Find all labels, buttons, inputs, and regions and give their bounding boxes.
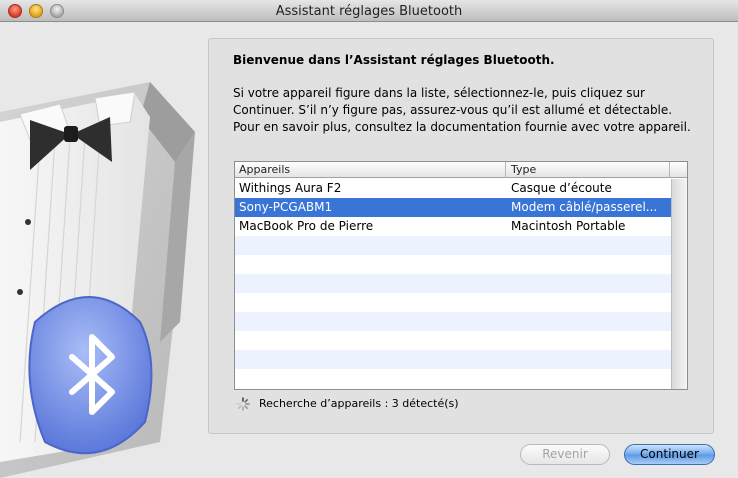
spinner-icon bbox=[236, 397, 250, 411]
devices-table[interactable]: Appareils Type Withings Aura F2 Casque d’… bbox=[234, 161, 688, 390]
title-bar[interactable]: Assistant réglages Bluetooth bbox=[0, 0, 738, 22]
column-divider[interactable] bbox=[505, 162, 506, 178]
vertical-scrollbar[interactable] bbox=[671, 179, 687, 389]
table-row[interactable] bbox=[235, 331, 671, 350]
instructions-text: Si votre appareil figure dans la liste, … bbox=[233, 86, 691, 134]
table-row[interactable] bbox=[235, 255, 671, 274]
table-row[interactable]: Withings Aura F2 Casque d’écoute bbox=[235, 179, 671, 198]
device-type-cell: Casque d’écoute bbox=[511, 181, 612, 195]
back-button[interactable]: Revenir bbox=[520, 444, 610, 465]
device-name-cell: MacBook Pro de Pierre bbox=[239, 219, 374, 233]
device-name-cell: Sony-PCGABM1 bbox=[239, 200, 333, 214]
table-row[interactable]: MacBook Pro de Pierre Macintosh Portable bbox=[235, 217, 671, 236]
table-row[interactable] bbox=[235, 274, 671, 293]
device-name-cell: Withings Aura F2 bbox=[239, 181, 342, 195]
table-header: Appareils Type bbox=[235, 162, 687, 178]
table-row[interactable]: Sony-PCGABM1 Modem câblé/passerel... bbox=[235, 198, 671, 217]
status-text: Recherche d’appareils : 3 détecté(s) bbox=[259, 397, 459, 410]
tuxedo-graphic bbox=[0, 82, 195, 478]
table-row[interactable] bbox=[235, 312, 671, 331]
column-divider bbox=[669, 162, 670, 178]
continue-button[interactable]: Continuer bbox=[624, 444, 715, 465]
table-row[interactable] bbox=[235, 350, 671, 369]
column-header-devices[interactable]: Appareils bbox=[239, 163, 290, 176]
welcome-heading: Bienvenue dans l’Assistant réglages Blue… bbox=[233, 53, 555, 67]
table-row[interactable] bbox=[235, 369, 671, 388]
device-type-cell: Modem câblé/passerel... bbox=[511, 200, 658, 214]
table-row[interactable] bbox=[235, 293, 671, 312]
tuxedo-illustration bbox=[0, 22, 210, 478]
assistant-window: Assistant réglages Bluetooth Bienvenue d… bbox=[0, 0, 738, 478]
column-header-type[interactable]: Type bbox=[511, 163, 536, 176]
window-title: Assistant réglages Bluetooth bbox=[275, 4, 463, 19]
bluetooth-icon bbox=[28, 296, 153, 455]
table-row[interactable] bbox=[235, 236, 671, 255]
device-type-cell: Macintosh Portable bbox=[511, 219, 626, 233]
table-rows: Withings Aura F2 Casque d’écoute Sony-PCGA… bbox=[235, 179, 671, 388]
